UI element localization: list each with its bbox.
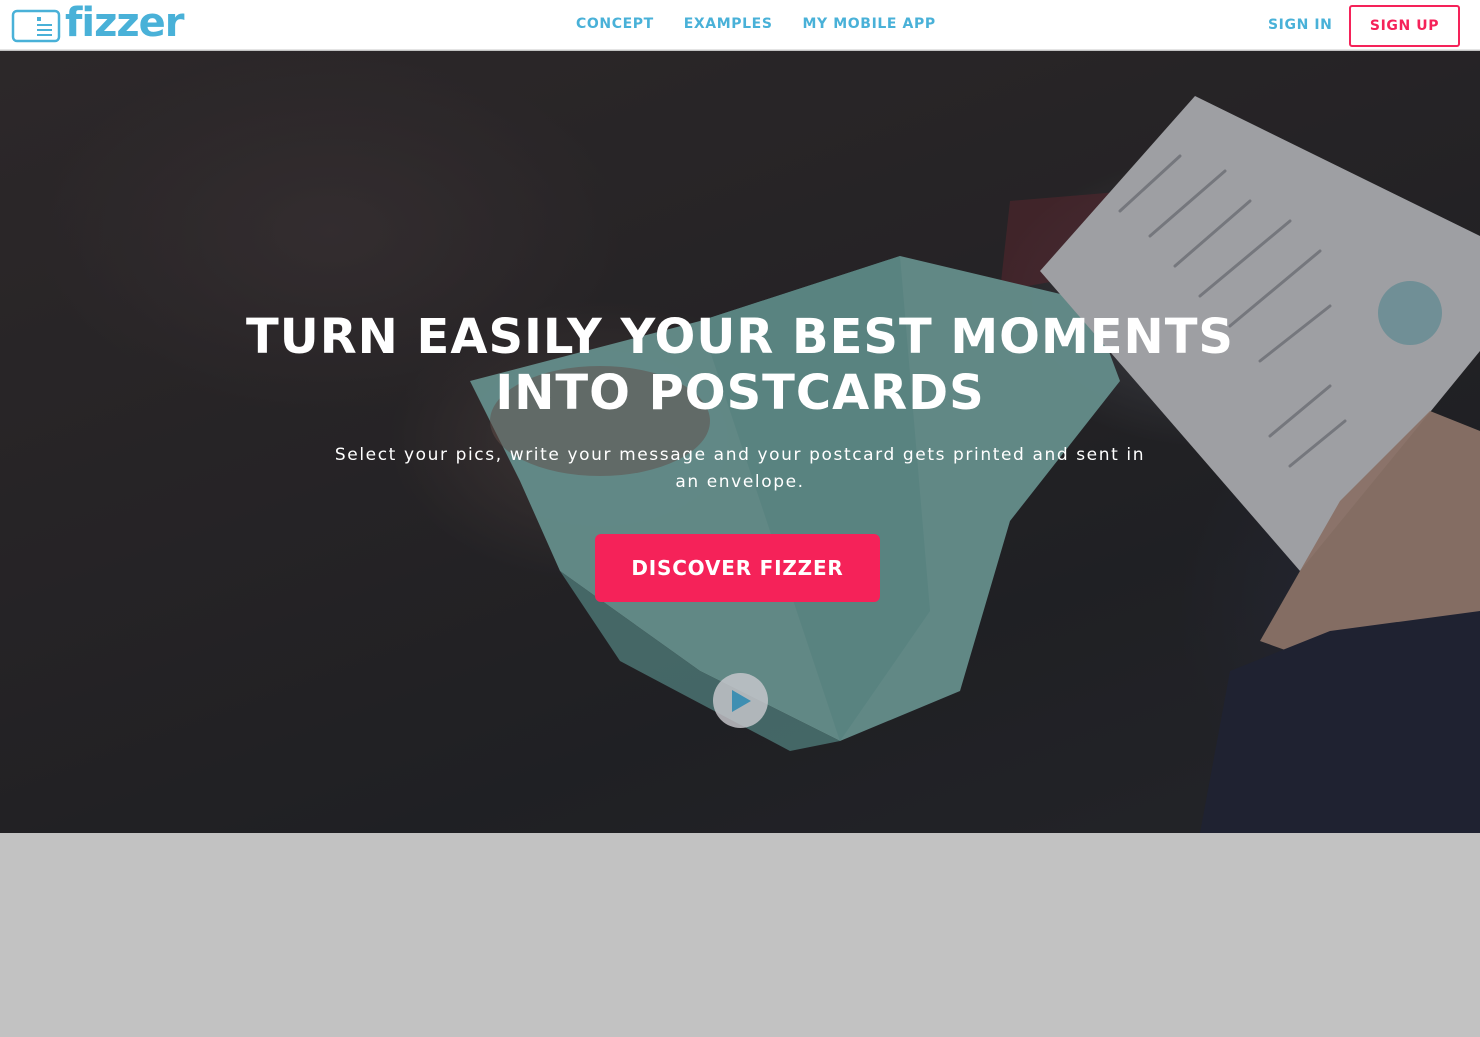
play-video-button[interactable] <box>713 673 768 728</box>
play-icon <box>731 689 751 712</box>
lower-section-placeholder <box>0 833 1480 1037</box>
discover-fizzer-button[interactable]: DISCOVER FIZZER <box>595 534 880 602</box>
nav-concept-link[interactable]: CONCEPT <box>576 16 654 32</box>
sign-in-link[interactable]: SIGN IN <box>1268 17 1333 33</box>
logo-wordmark: fizzer <box>65 0 185 46</box>
hero-subtitle: Select your pics, write your message and… <box>334 445 1146 492</box>
hero-title-line1: TURN EASILY YOUR BEST MOMENTS <box>245 309 1234 365</box>
hero-section: TURN EASILY YOUR BEST MOMENTS INTO POSTC… <box>0 51 1480 833</box>
hero-title: TURN EASILY YOUR BEST MOMENTS INTO POSTC… <box>200 309 1280 421</box>
nav-examples-link[interactable]: EXAMPLES <box>684 16 773 32</box>
hero-title-line2: INTO POSTCARDS <box>495 365 985 421</box>
main-nav: CONCEPT EXAMPLES MY MOBILE APP <box>576 16 936 32</box>
top-header: fizzer CONCEPT EXAMPLES MY MOBILE APP SI… <box>0 0 1480 50</box>
nav-mobile-app-link[interactable]: MY MOBILE APP <box>803 16 936 32</box>
postcard-logo-icon <box>11 9 61 43</box>
fizzer-logo[interactable]: fizzer <box>11 0 185 46</box>
sign-up-button[interactable]: SIGN UP <box>1349 5 1460 47</box>
